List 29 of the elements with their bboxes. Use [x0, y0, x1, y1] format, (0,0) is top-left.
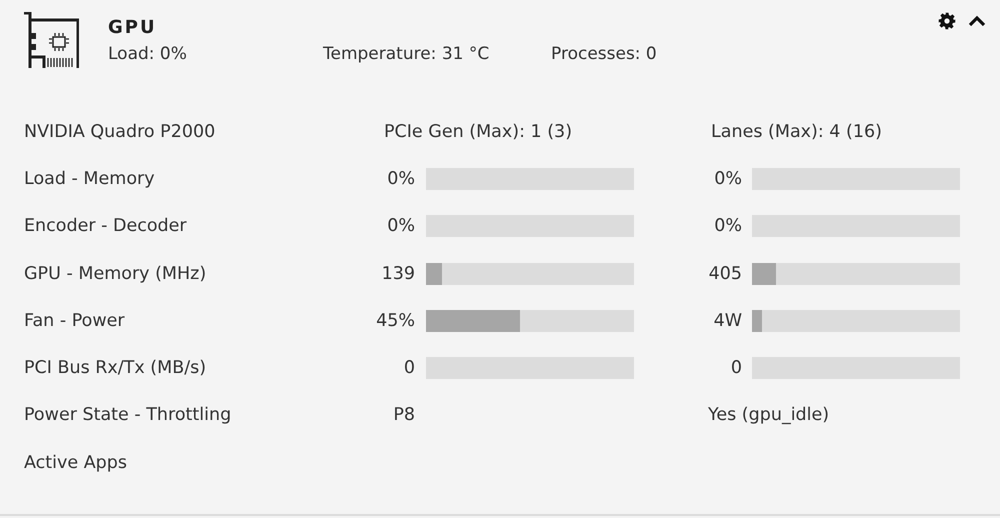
row-value: 0: [402, 358, 415, 378]
row-label: Encoder - Decoder: [24, 216, 188, 236]
row-value: 0%: [713, 168, 742, 189]
graphics-card-icon: [24, 12, 79, 69]
temperature: Temperature: 31 °C: [323, 44, 490, 64]
row-value: 0%: [386, 216, 415, 236]
row-label: PCI Bus Rx/Tx (MB/s): [24, 358, 208, 378]
row-value: 45%: [375, 310, 415, 331]
gpu-load: Load: 0%: [108, 44, 188, 64]
row-value: Yes (gpu_idle): [708, 405, 830, 426]
row-label: Active Apps: [24, 452, 128, 473]
settings-icon[interactable]: [938, 12, 956, 30]
gpu-model: NVIDIA Quadro P2000: [24, 122, 216, 142]
row-label: Load - Memory: [24, 168, 156, 189]
row-value: 4W: [712, 310, 742, 331]
processes: Processes: 0: [551, 44, 657, 64]
pcie-gen: PCIe Gen (Max): 1 (3): [384, 122, 574, 142]
collapse-icon[interactable]: [968, 14, 986, 28]
row-value: 0%: [713, 216, 742, 236]
row-value: 0%: [386, 168, 415, 189]
row-label: Power State - Throttling: [24, 405, 232, 426]
row-value: P8: [392, 405, 415, 426]
row-value: 405: [708, 264, 742, 284]
panel-title: GPU: [108, 17, 158, 38]
row-label: Fan - Power: [24, 310, 126, 331]
row-label: GPU - Memory (MHz): [24, 264, 208, 284]
row-value: 139: [380, 264, 415, 284]
lanes: Lanes (Max): 4 (16): [711, 122, 883, 142]
row-value: 0: [730, 358, 742, 378]
